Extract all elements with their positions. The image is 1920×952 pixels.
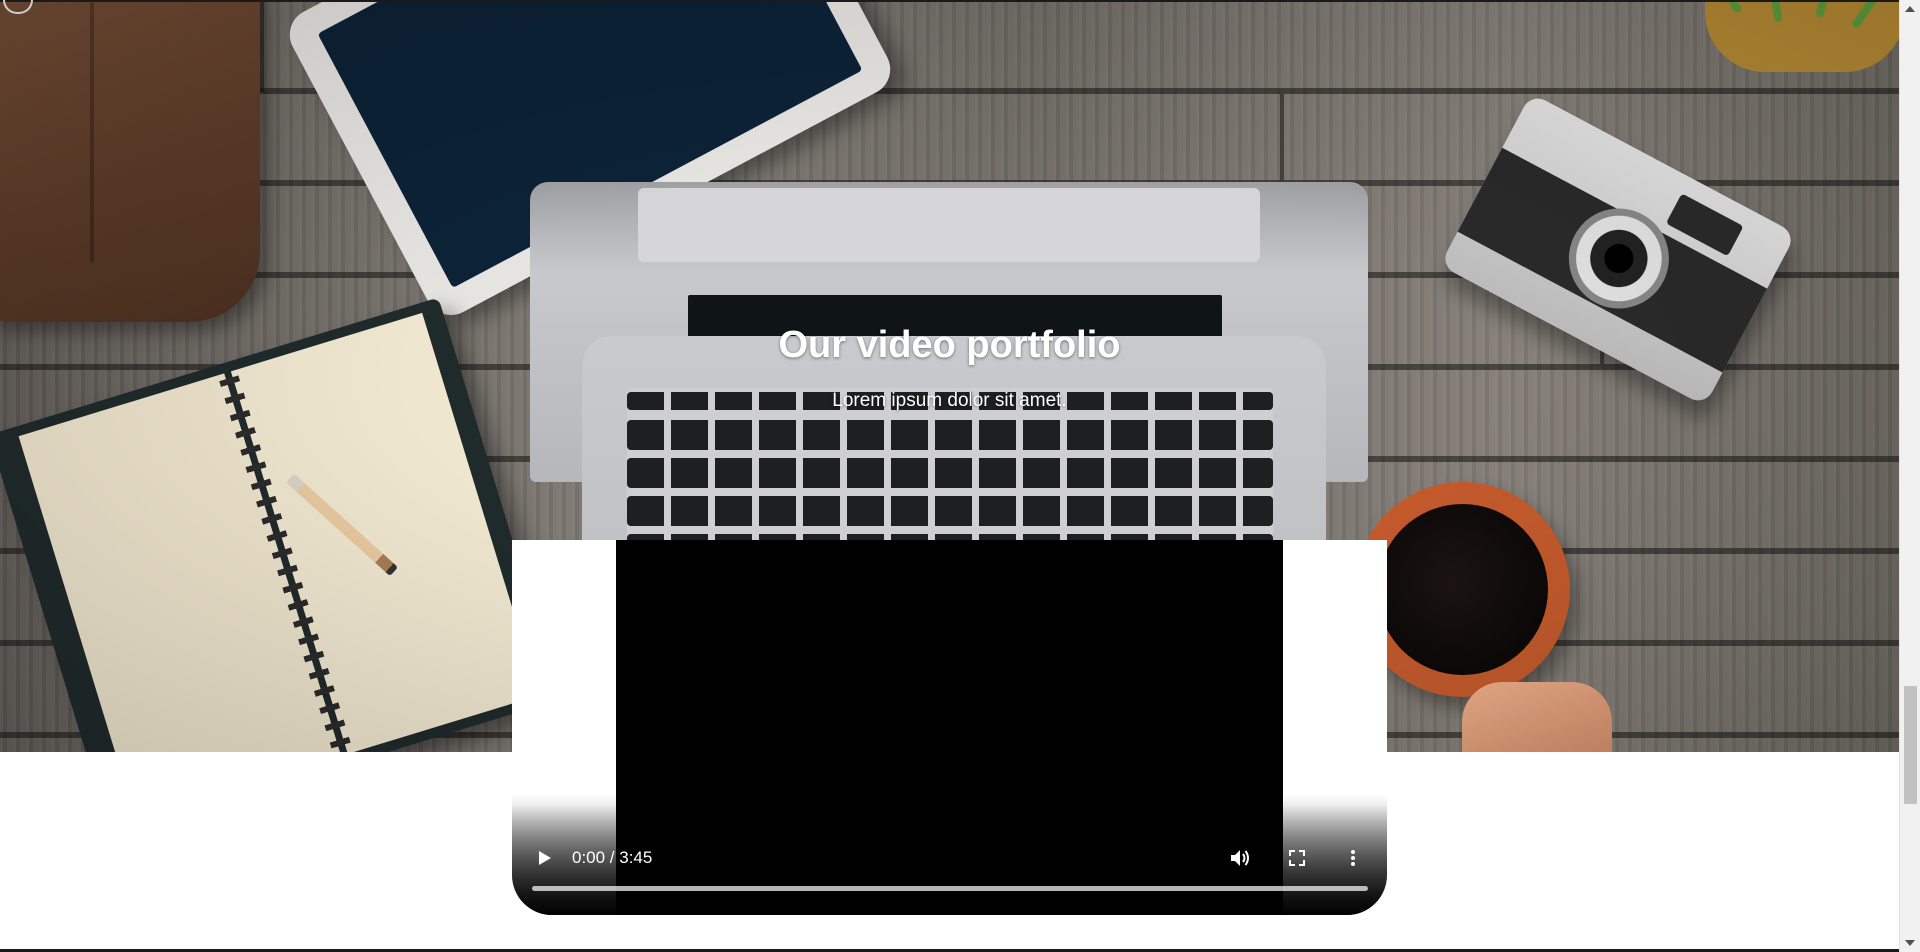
video-progress-bar[interactable] [532,886,1368,891]
more-options-button[interactable] [1338,840,1368,876]
mute-button[interactable] [1220,840,1260,876]
page-subtitle: Lorem ipsum dolor sit amet. [832,390,1067,411]
volume-icon [1231,850,1249,866]
page-scrollbar[interactable] [1899,0,1920,952]
more-options-icon [1351,850,1355,866]
video-player[interactable]: 0:00 / 3:45 [512,540,1387,915]
time-display: 0:00 / 3:45 [572,848,653,867]
fullscreen-icon [1289,850,1305,866]
window-top-border [0,0,1899,2]
scrollbar-thumb[interactable] [1904,686,1917,804]
page-title: Our video portfolio [778,324,1121,366]
play-icon [539,851,551,865]
fullscreen-button[interactable] [1279,840,1315,876]
scroll-up-arrow-icon[interactable] [1905,6,1915,12]
scroll-down-arrow-icon[interactable] [1905,940,1915,946]
play-button[interactable] [527,840,563,876]
